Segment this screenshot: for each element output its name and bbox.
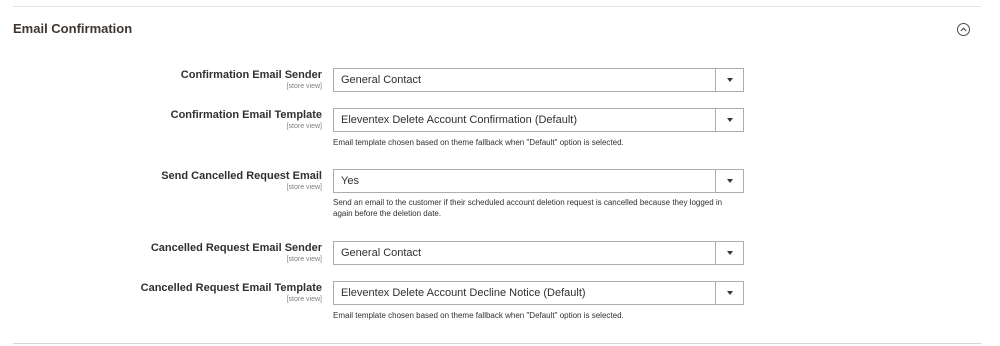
- select-value: Yes: [341, 175, 359, 187]
- cancelled-request-email-template-select[interactable]: Eleventex Delete Account Decline Notice …: [333, 281, 744, 305]
- field-label: Confirmation Email Template: [170, 109, 322, 121]
- field-note: Email template chosen based on theme fal…: [333, 311, 624, 320]
- confirmation-email-template-select[interactable]: Eleventex Delete Account Confirmation (D…: [333, 108, 744, 132]
- field-label: Confirmation Email Sender: [180, 69, 322, 81]
- section-top-divider: [13, 6, 981, 7]
- scope-label: [store view]: [286, 123, 322, 130]
- scope-label: [store view]: [286, 256, 322, 263]
- dropdown-arrow-icon[interactable]: [715, 69, 743, 91]
- field-label: Cancelled Request Email Template: [140, 282, 322, 294]
- field-label: Send Cancelled Request Email: [161, 170, 322, 182]
- field-note: Send an email to the customer if their s…: [333, 198, 723, 218]
- select-value: Eleventex Delete Account Decline Notice …: [341, 287, 586, 299]
- scope-label: [store view]: [286, 184, 322, 191]
- dropdown-arrow-icon[interactable]: [715, 170, 743, 192]
- cancelled-request-email-sender-select[interactable]: General Contact: [333, 241, 744, 265]
- section-title[interactable]: Email Confirmation: [13, 21, 132, 36]
- select-value: General Contact: [341, 74, 422, 86]
- select-value: General Contact: [341, 247, 422, 259]
- dropdown-arrow-icon[interactable]: [715, 109, 743, 131]
- collapse-icon[interactable]: [957, 23, 970, 36]
- scope-label: [store view]: [286, 296, 322, 303]
- field-label: Cancelled Request Email Sender: [150, 242, 322, 254]
- confirmation-email-sender-select[interactable]: General Contact: [333, 68, 744, 92]
- dropdown-arrow-icon[interactable]: [715, 282, 743, 304]
- section-bottom-divider: [13, 343, 981, 344]
- select-value: Eleventex Delete Account Confirmation (D…: [341, 114, 578, 126]
- field-note: Email template chosen based on theme fal…: [333, 138, 624, 147]
- scope-label: [store view]: [286, 83, 322, 90]
- dropdown-arrow-icon[interactable]: [715, 242, 743, 264]
- send-cancelled-request-email-select[interactable]: Yes: [333, 169, 744, 193]
